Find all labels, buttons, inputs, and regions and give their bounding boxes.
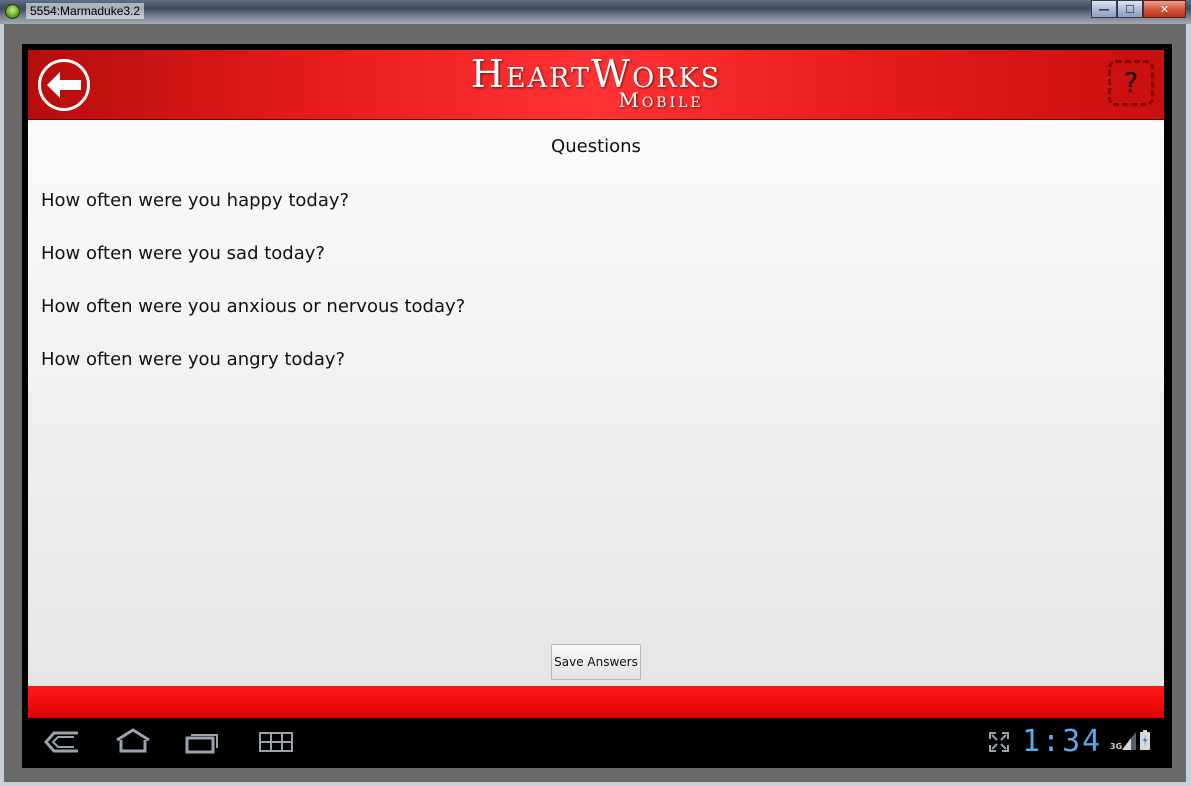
system-navigation-bar: 1:34 3G xyxy=(28,718,1164,766)
battery-icon xyxy=(1140,730,1150,750)
status-clock: 1:34 xyxy=(1022,724,1103,759)
app-header: HeartWorks Mobile ? xyxy=(28,50,1164,120)
help-button[interactable]: ? xyxy=(1108,60,1154,106)
network-type-label: 3G xyxy=(1110,742,1123,751)
question-angry[interactable]: How often were you angry today? xyxy=(41,349,345,370)
minimize-button[interactable]: — xyxy=(1091,0,1117,18)
question-happy[interactable]: How often were you happy today? xyxy=(41,190,349,211)
question-sad[interactable]: How often were you sad today? xyxy=(41,243,325,264)
home-icon[interactable] xyxy=(114,728,152,754)
android-emulator-icon xyxy=(5,4,20,19)
window-controls: — ☐ ✕ xyxy=(1091,0,1186,18)
maximize-button[interactable]: ☐ xyxy=(1117,0,1143,18)
close-button[interactable]: ✕ xyxy=(1143,0,1186,18)
menu-grid-icon[interactable] xyxy=(258,731,294,753)
app-footer-bar xyxy=(28,686,1164,718)
brand-logo: HeartWorks Mobile xyxy=(28,52,1164,110)
question-anxious[interactable]: How often were you anxious or nervous to… xyxy=(41,296,465,317)
help-icon: ? xyxy=(1123,66,1139,99)
page-title: Questions xyxy=(551,136,641,157)
recent-apps-icon[interactable] xyxy=(184,730,220,754)
window-title-bar[interactable]: 5554:Marmaduke3.2 — ☐ ✕ xyxy=(0,0,1191,24)
questions-panel: Questions How often were you happy today… xyxy=(28,120,1164,686)
screen-compat-icon[interactable] xyxy=(988,731,1010,753)
save-answers-button[interactable]: Save Answers xyxy=(551,644,641,680)
signal-icon xyxy=(1122,732,1136,750)
back-icon[interactable] xyxy=(44,730,80,754)
window-title: 5554:Marmaduke3.2 xyxy=(26,3,145,19)
